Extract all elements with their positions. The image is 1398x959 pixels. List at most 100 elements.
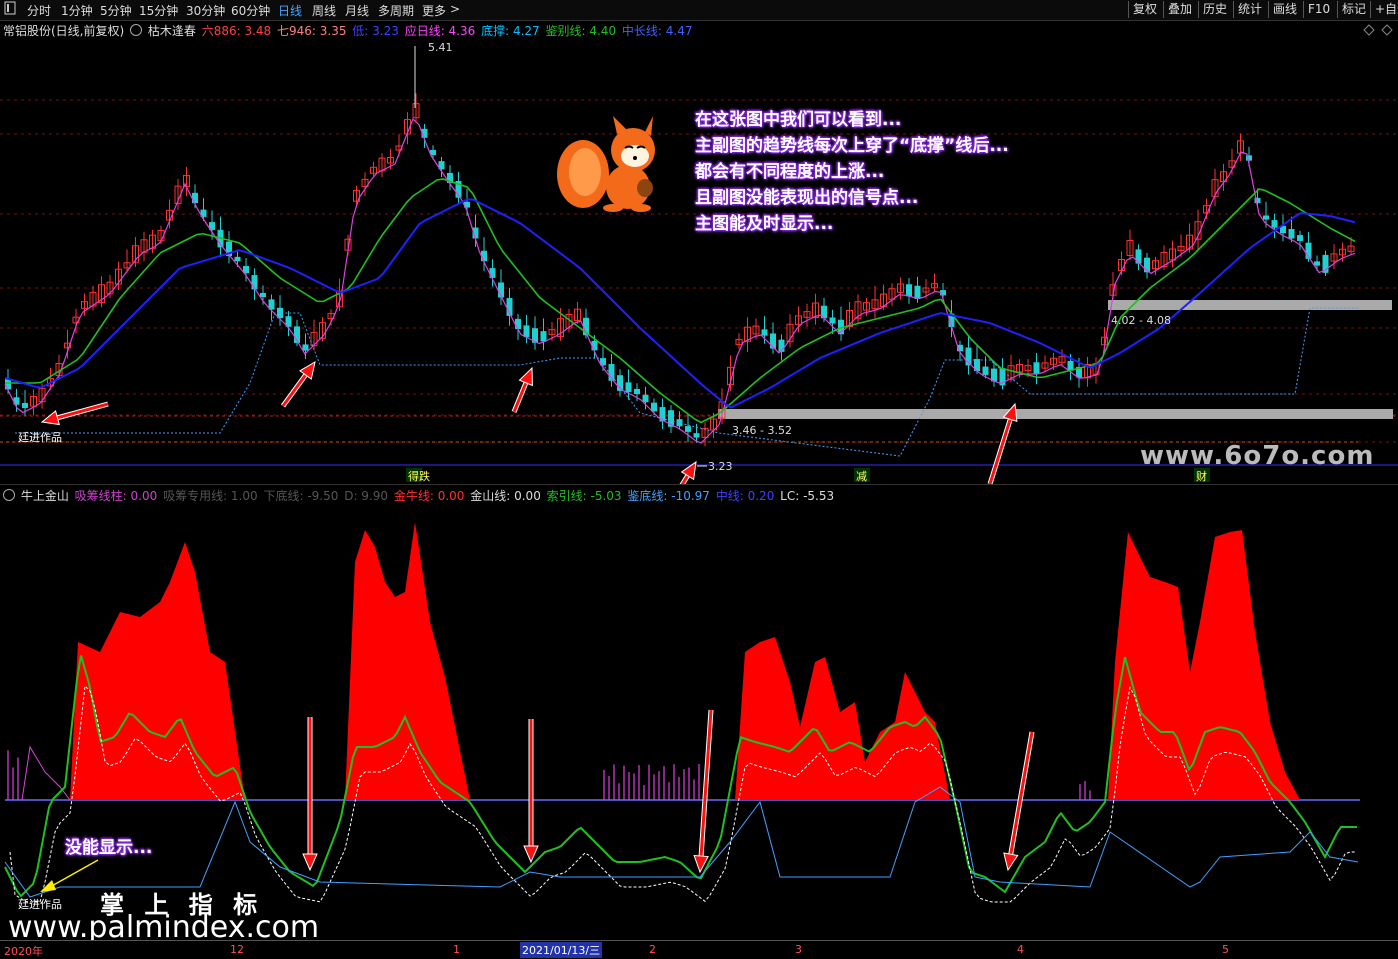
chevron-right-icon: > <box>450 2 461 16</box>
candle-body <box>651 402 657 412</box>
period-tab-5min[interactable]: 5分钟 <box>100 2 132 19</box>
note-line: 都会有不同程度的上涨... <box>695 162 885 182</box>
candle-body <box>829 317 836 324</box>
overlay-button[interactable]: 叠加 <box>1163 1 1196 18</box>
date-label: 3 <box>795 943 802 956</box>
period-tab-60min[interactable]: 60分钟 <box>231 2 270 19</box>
candle-body <box>625 382 632 393</box>
date-axis: 2020年 12 1 2021/01/13/三 2 3 4 5 <box>0 940 1398 959</box>
red-arrow-icon <box>40 401 109 426</box>
red-area <box>345 522 470 800</box>
period-tab-15min[interactable]: 15分钟 <box>139 2 178 19</box>
candle-body <box>982 366 989 375</box>
candle-body <box>642 394 649 403</box>
bottom-line <box>4 786 1359 898</box>
period-tab-daily[interactable]: 日线 <box>278 2 302 19</box>
candle-body <box>260 292 266 298</box>
legend-item: 中线: 0.20 <box>711 489 775 503</box>
candle-body <box>234 256 241 262</box>
add-favorite-button[interactable]: +自选 <box>1370 1 1398 18</box>
date-label: 12 <box>230 943 244 956</box>
legend-item: 鉴底线: -10.97 <box>623 489 710 503</box>
history-button[interactable]: 历史 <box>1198 1 1231 18</box>
red-area <box>1108 530 1300 800</box>
price-label-low: 3.23 <box>708 460 733 473</box>
legend-item: 金山线: 0.00 <box>466 489 541 503</box>
main-legend: 常铝股份(日线,前复权) 枯木逢春 六886: 3.48 七946: 3.35 … <box>3 22 697 39</box>
red-area <box>735 637 950 800</box>
f10-button[interactable]: F10 <box>1303 1 1334 18</box>
candle-body <box>914 285 921 300</box>
candle-body <box>515 318 521 330</box>
signal-marker: 减 <box>856 470 867 483</box>
legend-item: 六886: 3.48 <box>201 24 272 38</box>
draw-button[interactable]: 画线 <box>1268 1 1301 18</box>
date-label: 1 <box>453 943 460 956</box>
date-label: 4 <box>1017 943 1024 956</box>
legend-item: LC: -5.53 <box>776 489 835 503</box>
legend-item: 吸筹线柱: 0.00 <box>74 489 158 503</box>
accumulation-line <box>21 745 71 801</box>
main-chart[interactable]: 5.41 4.02 - 4.08 3.46 - 3.52 3.23 廷进作品得跌 减 财 <box>0 38 1398 484</box>
candle-body <box>1263 215 1269 220</box>
signal-marker: 财 <box>1196 469 1207 483</box>
note-line: 主图能及时显示... <box>695 214 834 234</box>
pane-divider <box>0 484 1398 485</box>
sub-indicator-name: 牛上金山 <box>20 489 69 503</box>
candle-body <box>1271 220 1278 228</box>
candle-body <box>1314 261 1320 266</box>
candle-body <box>761 329 768 336</box>
stats-button[interactable]: 统计 <box>1233 1 1266 18</box>
legend-item: 中长线: 4.47 <box>618 24 693 38</box>
legend-item: 七946: 3.35 <box>273 24 347 38</box>
red-arrow-icon <box>523 719 539 864</box>
sub-chart[interactable]: 廷进作品 <box>0 502 1398 940</box>
legend-item: 应日线: 4.36 <box>400 24 476 38</box>
annotation-note: 在这张图中我们可以看到... 主副图的趋势线每次上穿了“底撑”线后... 都会有… <box>695 107 1009 237</box>
menu-icon[interactable] <box>4 1 16 18</box>
candle-body <box>693 433 700 438</box>
legend-item: 索引线: -5.03 <box>542 489 622 503</box>
red-area <box>70 542 245 800</box>
period-tab-1min[interactable]: 1分钟 <box>61 2 93 19</box>
period-tab-multi[interactable]: 多周期 <box>378 2 414 19</box>
legend-item: 吸筹专用线: 1.00 <box>159 489 258 503</box>
author-label: 廷进作品 <box>18 431 62 444</box>
candle-body <box>685 426 691 432</box>
candle-body <box>1297 235 1303 241</box>
period-tab-monthly[interactable]: 月线 <box>345 2 369 19</box>
watermark-site1: www.6o7o.com <box>1140 441 1375 471</box>
price-label-high: 5.41 <box>428 41 453 54</box>
candle-body <box>489 268 496 278</box>
period-tab-more[interactable]: 更多 <box>422 2 446 19</box>
settings-icon[interactable] <box>3 489 15 501</box>
period-tab-fenshi[interactable]: 分时 <box>27 2 51 19</box>
date-label: 2020年 <box>4 945 43 958</box>
main-indicator-name: 枯木逢春 <box>147 24 196 38</box>
stock-title: 常铝股份(日线,前复权) <box>3 24 125 38</box>
note-line: 主副图的趋势线每次上穿了“底撑”线后... <box>695 136 1009 156</box>
red-arrow-icon <box>280 360 316 408</box>
note-line: 在这张图中我们可以看到... <box>695 110 902 130</box>
legend-item: 底撑: 4.27 <box>477 24 540 38</box>
legend-item: 低: 3.23 <box>348 24 399 38</box>
candle-body <box>523 325 530 338</box>
legend-item: 金牛线: 0.00 <box>390 489 465 503</box>
signal-marker: 得跌 <box>408 469 430 483</box>
period-tab-30min[interactable]: 30分钟 <box>186 2 225 19</box>
mark-button[interactable]: 标记 <box>1337 1 1370 18</box>
red-arrow-icon <box>1003 731 1035 872</box>
settings-icon[interactable] <box>130 24 143 36</box>
candle-body <box>302 344 309 351</box>
note-line: 且副图没能表现出的信号点... <box>695 188 919 208</box>
fuquan-button[interactable]: 复权 <box>1128 1 1161 18</box>
candle-body <box>22 402 28 409</box>
red-arrow-icon <box>511 366 533 413</box>
price-label-range: 3.46 - 3.52 <box>732 424 792 437</box>
candle-body <box>1033 362 1040 374</box>
squirrel-image <box>557 116 655 212</box>
period-tab-weekly[interactable]: 周线 <box>312 2 336 19</box>
candle-body <box>192 192 198 204</box>
legend-item: 鉴别线: 4.40 <box>541 24 617 38</box>
red-arrow-icon <box>693 709 714 874</box>
